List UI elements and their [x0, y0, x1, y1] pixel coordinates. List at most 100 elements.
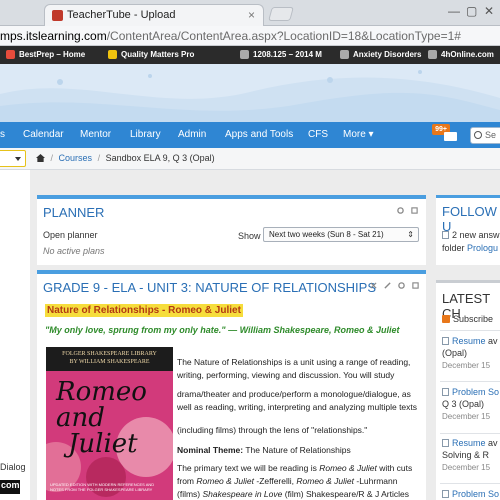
expand-icon[interactable] — [412, 282, 419, 289]
follow-line-2: folder Prologu — [442, 243, 499, 253]
left-dialog-text: Dialog — [0, 462, 26, 472]
bookmarks-bar: BestPrep – Home Quality Matters Pro 1208… — [0, 46, 500, 64]
search-input[interactable]: Se — [470, 127, 500, 144]
url-domain: mps.itslearning.com — [0, 29, 107, 43]
planner-range-select[interactable]: Next two weeks (Sun 8 - Sat 21) ⇕ — [263, 227, 419, 242]
bookmark-label: 4hOnline.com — [441, 50, 494, 59]
main-navigation: s Calendar Mentor Library Admin Apps and… — [0, 122, 500, 148]
bookmark-anxiety[interactable]: Anxiety Disorders — [340, 50, 421, 59]
bookmark-favicon-icon — [6, 50, 15, 59]
bookmark-label: 1208.125 – 2014 M — [253, 50, 322, 59]
book-header: FOLGER SHAKESPEARE LIBRARY BY WILLIAM SH… — [46, 347, 173, 371]
breadcrumb-bar: / Courses / Sandbox ELA 9, Q 3 (Opal) — [0, 148, 500, 170]
list-item[interactable]: Problem So — [442, 488, 500, 500]
document-icon — [442, 490, 449, 498]
rss-icon — [442, 315, 450, 323]
follow-line-1: 2 new answ — [442, 230, 500, 240]
nav-item-courses[interactable]: s — [0, 129, 5, 140]
document-icon — [442, 439, 449, 447]
planner-range-value: Next two weeks (Sun 8 - Sat 21) — [269, 230, 384, 239]
book-fine-print: UPDATED EDITION WITH MODERN REFERENCES A… — [50, 482, 155, 492]
bookmark-favicon-icon — [428, 50, 437, 59]
breadcrumb: / Courses / Sandbox ELA 9, Q 3 (Opal) — [36, 153, 215, 163]
theme-value: The Nature of Relationships — [243, 445, 351, 455]
unit-theme: Nominal Theme: The Nature of Relationshi… — [177, 444, 422, 457]
book-title-line-1: Romeo and — [56, 377, 147, 433]
settings-icon[interactable] — [397, 207, 404, 214]
select-arrows-icon: ⇕ — [407, 230, 414, 239]
unit-title: GRADE 9 - ELA - UNIT 3: NATURE OF RELATI… — [43, 280, 377, 295]
left-pane: Dialog com — [0, 170, 30, 500]
book-author: BY WILLIAM SHAKESPEARE — [69, 359, 150, 365]
edit-icon[interactable] — [384, 282, 391, 289]
bookmark-4honline[interactable]: 4hOnline.com — [428, 50, 494, 59]
mail-icon[interactable] — [444, 132, 457, 141]
maximize-icon[interactable]: ▢ — [466, 4, 477, 18]
planner-card: PLANNER Open planner No active plans Sho… — [37, 195, 426, 265]
breadcrumb-courses[interactable]: Courses — [59, 153, 93, 163]
settings-icon[interactable] — [398, 282, 405, 289]
nav-item-mentor[interactable]: Mentor — [80, 129, 111, 140]
unit-banner: Nature of Relationships - Romeo & Juliet — [45, 304, 243, 317]
nav-item-library[interactable]: Library — [130, 129, 161, 140]
show-label: Show — [238, 231, 261, 241]
new-tab-button[interactable] — [268, 7, 294, 21]
subscribe-link[interactable]: Subscribe — [442, 314, 493, 324]
expand-icon[interactable] — [411, 207, 418, 214]
minimize-icon[interactable]: — — [448, 4, 460, 18]
bookmark-bestprep[interactable]: BestPrep – Home — [6, 50, 85, 59]
left-com-text: com — [0, 480, 20, 494]
list-item[interactable]: Problem So Q 3 (Opal) December 15 — [442, 386, 500, 423]
address-bar[interactable]: mps.itslearning.com/ContentArea/ContentA… — [0, 26, 500, 46]
no-active-plans-text: No active plans — [43, 246, 105, 256]
book-title: Romeo and Juliet — [56, 379, 173, 457]
bookmark-1208[interactable]: 1208.125 – 2014 M — [240, 50, 322, 59]
list-item[interactable]: Resume av (Opal) December 15 — [442, 335, 500, 372]
bookmark-favicon-icon — [240, 50, 249, 59]
bookmark-label: Quality Matters Pro — [121, 50, 195, 59]
close-tab-icon[interactable]: × — [248, 8, 255, 22]
nav-item-apps-and-tools[interactable]: Apps and Tools — [225, 129, 293, 140]
bookmark-quality-matters[interactable]: Quality Matters Pro — [108, 50, 194, 59]
teachertube-favicon-icon — [52, 10, 63, 21]
breadcrumb-current: Sandbox ELA 9, Q 3 (Opal) — [105, 153, 215, 163]
bookmark-label: Anxiety Disorders — [353, 50, 422, 59]
planner-title: PLANNER — [43, 205, 105, 220]
bookmark-favicon-icon — [108, 50, 117, 59]
unit-paragraph-5: The primary text we will be reading is R… — [177, 463, 413, 486]
tab-title: TeacherTube - Upload — [67, 9, 176, 21]
book-title-line-2: Juliet — [68, 429, 138, 459]
url-path: /ContentArea/ContentArea.aspx?LocationID… — [106, 29, 461, 43]
open-planner-link[interactable]: Open planner — [43, 230, 98, 240]
nav-item-admin[interactable]: Admin — [178, 129, 206, 140]
browser-tab[interactable]: TeacherTube - Upload × — [44, 4, 264, 26]
document-icon — [442, 231, 449, 239]
bookmark-label: BestPrep – Home — [19, 50, 86, 59]
home-icon[interactable] — [36, 154, 45, 162]
course-select[interactable] — [0, 150, 26, 167]
nav-item-more[interactable]: More ▾ — [343, 129, 374, 140]
move-icon[interactable] — [370, 282, 377, 289]
search-placeholder: Se — [485, 130, 497, 140]
chevron-down-icon — [15, 157, 21, 161]
browser-tab-bar: TeacherTube - Upload × — ▢ ✕ — [0, 0, 500, 26]
latest-changes-card: LATEST CH Subscribe Resume av (Opal) Dec… — [436, 280, 500, 500]
theme-label: Nominal Theme: — [177, 445, 244, 455]
search-icon — [474, 131, 482, 139]
romeo-and-juliet-book-cover: FOLGER SHAKESPEARE LIBRARY BY WILLIAM SH… — [46, 347, 173, 500]
unit-card: GRADE 9 - ELA - UNIT 3: NATURE OF RELATI… — [37, 270, 426, 500]
document-icon — [442, 337, 449, 345]
nav-item-calendar[interactable]: Calendar — [23, 129, 64, 140]
header-pattern — [0, 70, 500, 122]
prologue-link[interactable]: Prologu — [467, 243, 498, 253]
follow-up-card: FOLLOW U 2 new answ folder Prologu — [436, 195, 500, 265]
book-series: FOLGER SHAKESPEARE LIBRARY — [62, 351, 157, 357]
unit-paragraph-3: (including films) through the lens of "r… — [177, 425, 368, 435]
unit-paragraph-6: (films) Shakespeare in Love (film) Shake… — [177, 489, 409, 499]
close-window-icon[interactable]: ✕ — [484, 4, 494, 18]
document-icon — [442, 388, 449, 396]
list-item[interactable]: Resume av Solving & R December 15 — [442, 437, 500, 474]
unit-quote: "My only love, sprung from my only hate.… — [45, 325, 400, 335]
nav-item-cfs[interactable]: CFS — [308, 129, 328, 140]
unit-paragraph-1: The Nature of Relationships is a unit us… — [177, 357, 411, 380]
